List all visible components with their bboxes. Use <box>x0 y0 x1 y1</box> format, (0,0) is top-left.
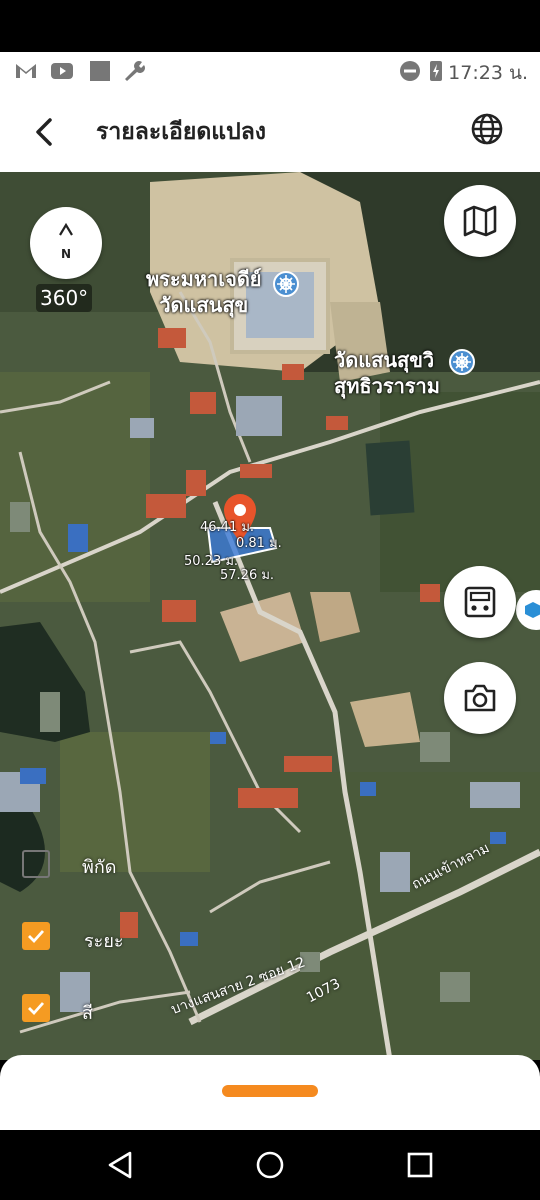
wrench-icon <box>125 61 145 81</box>
globe-icon[interactable] <box>470 112 504 146</box>
camera-button[interactable] <box>444 662 516 734</box>
square-icon <box>90 61 110 81</box>
bottom-sheet[interactable] <box>0 1055 540 1130</box>
satellite-map[interactable]: พระมหาเจดีย์ วัดแสนสุข วัดแสนสุขวิ สุทธิ… <box>0 172 540 1060</box>
temple-marker-icon[interactable] <box>272 270 300 298</box>
plot-dimension-right: 0.81 ม. <box>236 536 282 551</box>
compass-arrow-icon <box>59 222 73 236</box>
checkmark-icon <box>28 930 45 944</box>
nav-home-icon[interactable] <box>253 1148 287 1182</box>
calculator-button[interactable] <box>444 566 516 638</box>
place-label-pagoda: พระมหาเจดีย์ วัดแสนสุข <box>146 267 262 317</box>
checkmark-icon <box>28 1002 45 1016</box>
status-time: 17:23 น. <box>448 62 528 84</box>
dnd-icon <box>400 61 420 81</box>
cube-icon <box>525 602 540 618</box>
sheet-drag-handle[interactable] <box>222 1085 318 1097</box>
distance-checkbox[interactable] <box>22 922 50 950</box>
nav-recents-icon[interactable] <box>403 1148 437 1182</box>
compass-label: N <box>60 247 72 261</box>
plot-dimension-bottom: 57.26 ม. <box>220 568 275 583</box>
calculator-icon <box>464 586 496 618</box>
map-type-button[interactable] <box>444 185 516 257</box>
compass-button[interactable]: N <box>30 207 102 279</box>
app-bar: รายละเอียดแปลง <box>0 90 540 172</box>
map-icon <box>463 205 497 237</box>
system-nav-bar <box>0 1130 540 1200</box>
gmail-icon <box>16 64 36 78</box>
battery-icon <box>430 61 442 81</box>
distance-label: ระยะ <box>84 931 124 952</box>
rotation-label: 360° <box>36 284 93 312</box>
youtube-icon <box>51 63 73 79</box>
top-black-bar <box>0 0 540 52</box>
place-label-temple-line2: สุทธิวราราม <box>334 374 440 398</box>
back-arrow-icon[interactable] <box>26 112 66 152</box>
coordinates-checkbox[interactable] <box>22 850 50 878</box>
color-checkbox[interactable] <box>22 994 50 1022</box>
page-title: รายละเอียดแปลง <box>96 119 267 145</box>
temple-marker-icon[interactable] <box>448 348 476 376</box>
camera-icon <box>464 684 496 712</box>
nav-back-icon[interactable] <box>104 1148 138 1182</box>
color-label: สี <box>82 1003 93 1024</box>
coordinates-label: พิกัด <box>82 857 117 878</box>
